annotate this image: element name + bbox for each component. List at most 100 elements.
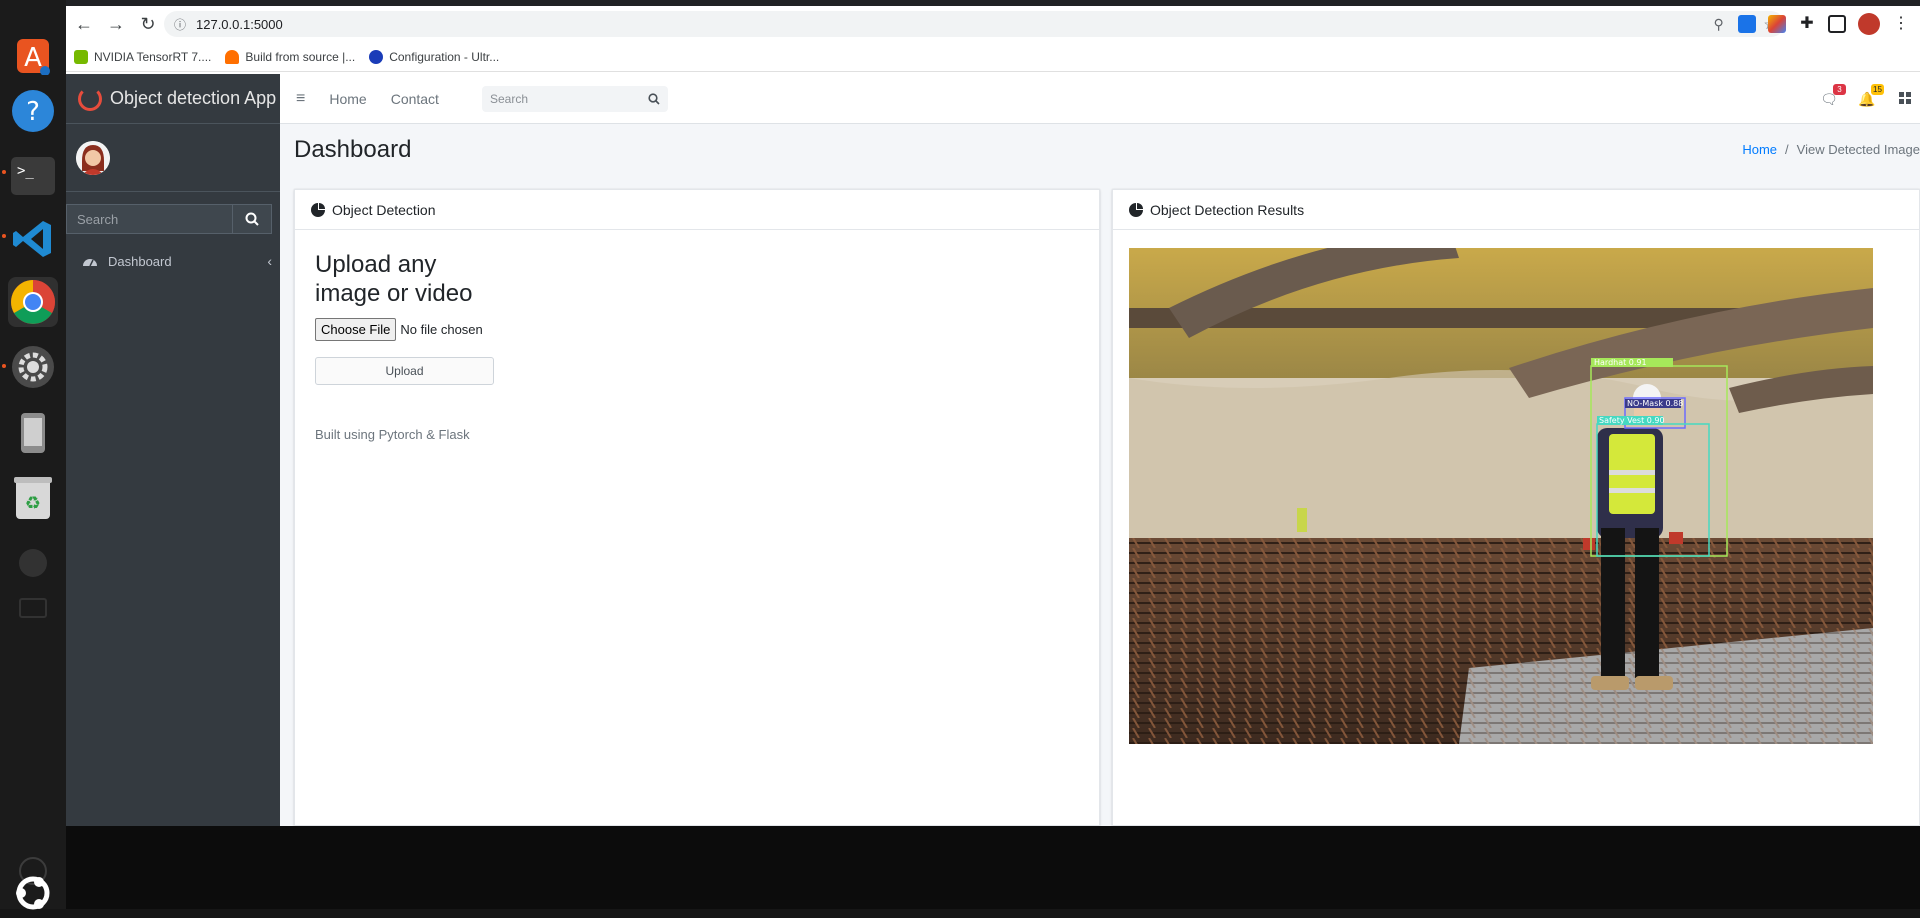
card-title: Object Detection (332, 201, 436, 218)
bookmark-item[interactable]: NVIDIA TensorRT 7.... (74, 49, 212, 64)
upload-form: Upload any image or video Choose File No… (295, 230, 1099, 462)
chart-pie-icon (311, 202, 325, 217)
address-bar[interactable]: ⓘ 127.0.0.1:5000 ⚲ ⇪ ☆ (164, 11, 1784, 37)
profile-avatar[interactable] (1858, 13, 1880, 35)
bookmark-item[interactable]: Build from source |... (225, 49, 356, 64)
tensorflow-icon (225, 49, 240, 64)
forward-icon[interactable]: → (100, 8, 132, 40)
hamburger-menu-icon[interactable]: ≡ (296, 90, 305, 108)
object-detection-card: Object Detection Upload any image or vid… (294, 189, 1100, 826)
bookmark-label: Build from source |... (245, 49, 356, 64)
app-center-icon[interactable]: A (8, 28, 58, 78)
app-page: Object detection App Search Dashboard ‹ (66, 74, 1920, 826)
choose-file-button[interactable]: Choose File (315, 318, 397, 341)
breadcrumb-current: View Detected Image (1796, 142, 1920, 157)
nav-link-home[interactable]: Home (329, 91, 366, 107)
apps-grid-icon[interactable] (1896, 91, 1914, 107)
svg-text:♻: ♻ (25, 493, 41, 514)
sidebar-search-input[interactable]: Search (66, 204, 232, 234)
svg-text:A: A (24, 43, 42, 73)
built-with-note: Built using Pytorch & Flask (315, 427, 470, 442)
page-title: Dashboard (294, 136, 412, 163)
detection-label-hardhat: Hardhat 0.91 (1594, 358, 1647, 367)
file-status: No file chosen (400, 322, 483, 337)
download-extension-icon[interactable] (1738, 15, 1756, 33)
brand-text: Object detection App (110, 88, 277, 108)
nvidia-icon (74, 49, 88, 64)
phone-icon[interactable] (8, 408, 58, 458)
reload-icon[interactable]: ↻ (132, 8, 164, 40)
trash-icon[interactable]: ♻ (8, 473, 58, 523)
extensions-puzzle-icon[interactable]: ✚ (1798, 15, 1816, 33)
card-header: Object Detection Results (1113, 190, 1919, 230)
bookmark-label: NVIDIA TensorRT 7.... (94, 49, 212, 64)
main-header: ≡ Home Contact Search 🗨 3 🔔 15 (280, 74, 1920, 124)
ubuntu-dock: A ? >_ ♻ (0, 0, 66, 910)
bookmarks-bar: NVIDIA TensorRT 7.... Build from source … (66, 42, 1920, 72)
sidebar-search-button[interactable] (232, 204, 272, 234)
side-panel-icon[interactable] (1828, 15, 1846, 33)
help-icon[interactable]: ? (8, 86, 58, 136)
breadcrumb: Home / View Detected Image (1742, 142, 1920, 157)
card-title: Object Detection Results (1150, 201, 1305, 218)
back-icon[interactable]: ← (68, 8, 100, 40)
svg-text:>_: >_ (17, 163, 34, 179)
user-avatar[interactable] (76, 140, 110, 175)
messages-dropdown[interactable]: 🗨 3 (1820, 83, 1846, 108)
sidebar-search: Search (66, 204, 272, 234)
desktop-bottom-area (66, 826, 1920, 909)
nav-link-contact[interactable]: Contact (391, 91, 439, 107)
detected-image: Hardhat 0.91 NO-Mask 0.88 Safety Vest 0.… (1129, 248, 1873, 744)
color-extension-icon[interactable] (1768, 15, 1786, 33)
ultralytics-icon (369, 49, 384, 64)
detection-label-vest: Safety Vest 0.90 (1599, 416, 1665, 425)
site-info-icon[interactable]: ⓘ (174, 16, 196, 33)
search-icon[interactable] (648, 93, 660, 105)
running-indicator (2, 170, 6, 174)
ubuntu-logo-icon[interactable] (8, 868, 58, 918)
user-panel (66, 124, 280, 192)
svg-text:?: ? (26, 97, 40, 127)
settings-icon[interactable] (8, 342, 58, 392)
upload-heading: Upload any image or video (315, 251, 473, 307)
messages-badge: 3 (1833, 83, 1846, 95)
detection-results-card: Object Detection Results Hardhat 0.91 NO… (1112, 189, 1920, 826)
search-icon (245, 212, 259, 226)
sidebar-item-label: Dashboard (108, 253, 172, 269)
card-header: Object Detection (295, 190, 1099, 230)
sidebar-item-dashboard[interactable]: Dashboard ‹ (82, 246, 272, 276)
breadcrumb-separator: / (1785, 142, 1789, 157)
notifications-dropdown[interactable]: 🔔 15 (1858, 83, 1884, 108)
content-header: Dashboard Home / View Detected Image (294, 136, 1920, 176)
header-right-icons: 🗨 3 🔔 15 (1820, 74, 1920, 124)
menu-kebab-icon[interactable]: ⋮ (1892, 15, 1910, 33)
sidebar-nav: Dashboard ‹ (66, 246, 280, 276)
browser-window: ← → ↻ ⓘ 127.0.0.1:5000 ⚲ ⇪ ☆ ✚ ⋮ NVIDIA … (66, 0, 1920, 826)
header-search-input[interactable]: Search (490, 92, 528, 106)
zoom-icon[interactable]: ⚲ (1713, 16, 1723, 33)
browser-toolbar: ← → ↻ ⓘ 127.0.0.1:5000 ⚲ ⇪ ☆ ✚ ⋮ (66, 6, 1920, 42)
terminal-icon[interactable]: >_ (8, 151, 58, 201)
running-indicator (2, 234, 6, 238)
github-icon[interactable] (8, 538, 58, 588)
screen-share-icon[interactable] (8, 585, 58, 635)
bookmark-label: Configuration - Ultr... (389, 49, 500, 64)
chevron-left-icon: ‹ (267, 253, 272, 269)
url-text: 127.0.0.1:5000 (196, 16, 283, 32)
chrome-icon[interactable] (8, 277, 58, 327)
chart-pie-icon (1129, 202, 1143, 217)
running-indicator (2, 364, 6, 368)
vscode-icon[interactable] (8, 214, 58, 264)
notifications-badge: 15 (1871, 83, 1884, 95)
header-search[interactable]: Search (482, 86, 668, 112)
breadcrumb-home-link[interactable]: Home (1742, 142, 1777, 157)
file-input[interactable]: Choose File No file chosen (315, 318, 1079, 341)
upload-button[interactable]: Upload (315, 357, 494, 385)
bookmark-item[interactable]: Configuration - Ultr... (369, 49, 500, 64)
extensions-area: ✚ ⋮ (1738, 10, 1910, 38)
app-logo-icon (78, 86, 102, 111)
brand-link[interactable]: Object detection App (66, 74, 280, 124)
tachometer-icon (83, 259, 97, 267)
sidebar: Object detection App Search Dashboard ‹ (66, 74, 280, 826)
detection-label-nomask: NO-Mask 0.88 (1627, 399, 1683, 408)
